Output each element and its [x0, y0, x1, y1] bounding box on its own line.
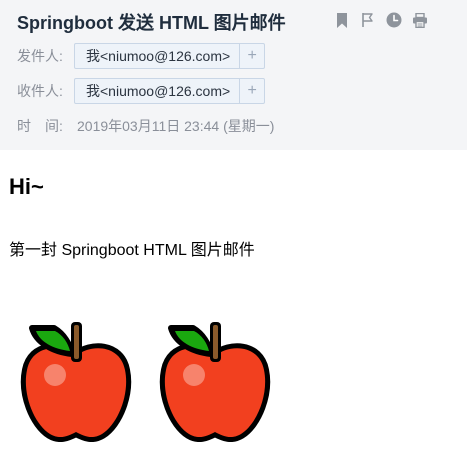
- time-label: 时 间:: [17, 118, 63, 134]
- to-label: 收件人:: [17, 83, 63, 99]
- email-header: Springboot 发送 HTML 图片邮件 发件人: 我<niumoo@12…: [0, 0, 467, 150]
- greeting-heading: Hi~: [9, 174, 44, 199]
- time-value: 2019年03月11日 23:44 (星期一): [77, 118, 275, 134]
- apple-image: [159, 322, 271, 442]
- from-row: 发件人: 我<niumoo@126.com> +: [17, 43, 266, 69]
- to-address-chip[interactable]: 我<niumoo@126.com> +: [74, 78, 266, 104]
- from-label: 发件人:: [17, 48, 63, 64]
- flag-icon[interactable]: [359, 11, 377, 29]
- to-address[interactable]: 我<niumoo@126.com>: [75, 79, 239, 103]
- email-toolbar: [333, 10, 429, 30]
- bookmark-icon[interactable]: [333, 11, 351, 29]
- clock-icon[interactable]: [385, 11, 403, 29]
- email-subject: Springboot 发送 HTML 图片邮件: [17, 13, 286, 33]
- print-icon[interactable]: [411, 11, 429, 29]
- add-contact-button[interactable]: +: [239, 79, 264, 103]
- to-row: 收件人: 我<niumoo@126.com> +: [17, 78, 266, 104]
- from-address-chip[interactable]: 我<niumoo@126.com> +: [74, 43, 266, 69]
- apple-image: [20, 322, 132, 442]
- add-contact-button[interactable]: +: [239, 44, 264, 68]
- time-row: 时 间: 2019年03月11日 23:44 (星期一): [17, 113, 274, 139]
- body-paragraph: 第一封 Springboot HTML 图片邮件: [9, 242, 255, 259]
- from-address[interactable]: 我<niumoo@126.com>: [75, 44, 239, 68]
